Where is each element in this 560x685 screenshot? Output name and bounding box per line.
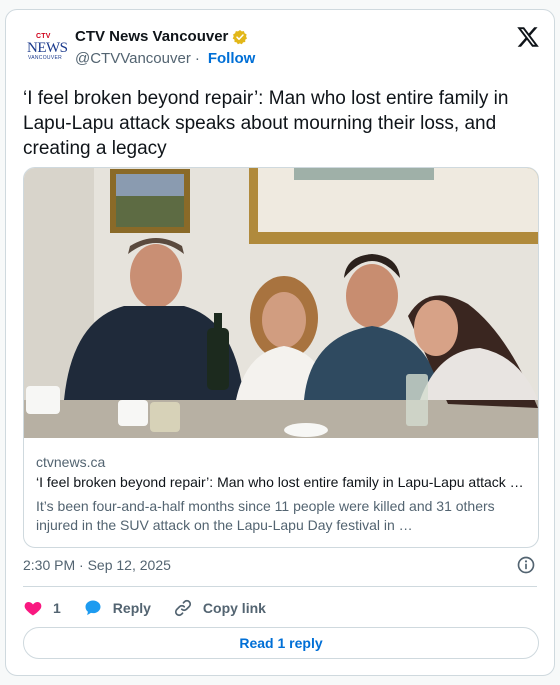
embedded-post-card: CTV NEWS VANCOUVER CTV News Vancouver @C… — [5, 9, 555, 676]
display-name[interactable]: CTV News Vancouver — [75, 28, 228, 45]
follow-button[interactable]: Follow — [208, 50, 256, 67]
link-description: It’s been four-and-a-half months since 1… — [36, 498, 495, 533]
post-timestamp[interactable]: 2:30 PM · Sep 12, 2025 — [23, 557, 171, 573]
ctv-news-vancouver-logo[interactable]: CTV NEWS VANCOUVER — [27, 33, 68, 63]
verified-badge-icon — [233, 29, 248, 44]
account-handle[interactable]: @CTVVancouver — [75, 50, 191, 67]
post-time: 2:30 PM — [23, 557, 76, 573]
handle-separator: · — [194, 50, 200, 67]
divider — [23, 586, 537, 587]
link-title[interactable]: ‘I feel broken beyond repair’: Man who l… — [36, 474, 526, 490]
logo-ctv-text: CTV — [36, 33, 51, 40]
post-text: ‘I feel broken beyond repair’: Man who l… — [23, 88, 509, 159]
copy-link-button[interactable]: Copy link — [173, 598, 266, 618]
link-preview-card[interactable]: ctvnews.ca ‘I feel broken beyond repair’… — [23, 167, 539, 548]
name-row: CTV News Vancouver — [75, 28, 248, 45]
copy-link-label: Copy link — [202, 600, 266, 616]
reply-label: Reply — [112, 600, 151, 616]
link-domain: ctvnews.ca — [36, 454, 106, 470]
logo-news-text: NEWS — [27, 40, 68, 56]
heart-icon — [24, 602, 42, 616]
link-icon — [174, 599, 191, 617]
x-logo-icon[interactable] — [516, 25, 540, 49]
reply-bubble-icon — [85, 600, 101, 616]
timestamp-separator: · — [79, 557, 84, 573]
post-date: Sep 12, 2025 — [87, 557, 171, 573]
action-bar: 1 Reply Copy link — [23, 596, 288, 620]
read-replies-button[interactable]: Read 1 reply — [23, 627, 539, 659]
post-header: CTV NEWS VANCOUVER CTV News Vancouver @C… — [23, 23, 540, 71]
reply-button[interactable]: Reply — [83, 598, 151, 618]
article-photo[interactable] — [24, 168, 538, 438]
logo-city-text: VANCOUVER — [28, 55, 63, 61]
info-icon[interactable] — [516, 555, 536, 575]
handle-row: @CTVVancouver · Follow — [75, 50, 255, 67]
like-button[interactable]: 1 — [23, 598, 61, 618]
like-count: 1 — [53, 600, 61, 616]
